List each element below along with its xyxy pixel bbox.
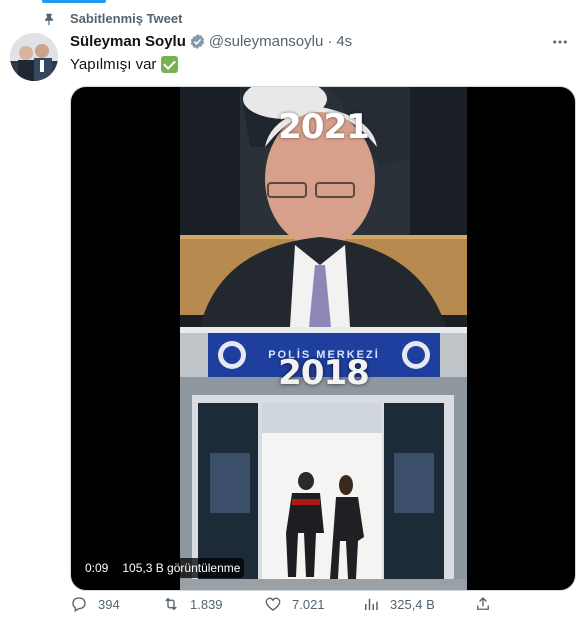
tweet-body: Yapılmışı var [70,56,157,73]
video-time: 0:09 [85,561,109,575]
share-button[interactable] [474,595,502,613]
video-views: 105,3 B görüntülenme [118,558,245,578]
display-name[interactable]: Süleyman Soylu [70,33,186,50]
like-button[interactable]: 7.021 [264,595,325,613]
like-count: 7.021 [292,596,325,612]
pinned-label: Sabitlenmiş Tweet [70,11,183,26]
reply-icon [72,597,86,612]
handle[interactable]: @suleymansoylu [209,33,323,50]
separator-dot: · [327,33,333,50]
year-label-top: 2021 [278,107,370,147]
retweet-button[interactable]: 1.839 [162,595,223,613]
video-info-overlay: 0:09 105,3 B görüntülenme [83,558,245,578]
timestamp[interactable]: 4s [336,33,352,50]
views-button[interactable]: 325,4 B [362,595,435,613]
share-icon [477,597,489,610]
pin-icon [44,13,54,25]
video-frame[interactable]: POLİS MERKEZİ 2021 2018 [180,87,467,590]
more-button[interactable] [548,31,572,53]
verified-icon [190,34,205,49]
tweet-text: Yapılmışı var [70,56,179,73]
avatar[interactable] [10,33,58,81]
more-icon [553,40,567,44]
like-icon [265,597,281,611]
reply-count: 394 [98,596,120,612]
retweet-count: 1.839 [190,596,223,612]
reply-button[interactable]: 394 [70,595,120,613]
check-mark-icon [161,56,179,73]
retweet-icon [165,597,177,611]
views-count: 325,4 B [390,596,435,612]
views-icon [365,598,378,610]
tab-indicator [42,0,106,3]
video-player[interactable]: POLİS MERKEZİ 2021 2018 0:09 105,3 B gör… [70,86,576,591]
year-label-bottom: 2018 [278,353,370,393]
tweet-header: Süleyman Soylu @suleymansoylu · 4s [70,33,576,50]
pinned-indicator: Sabitlenmiş Tweet [42,11,182,26]
